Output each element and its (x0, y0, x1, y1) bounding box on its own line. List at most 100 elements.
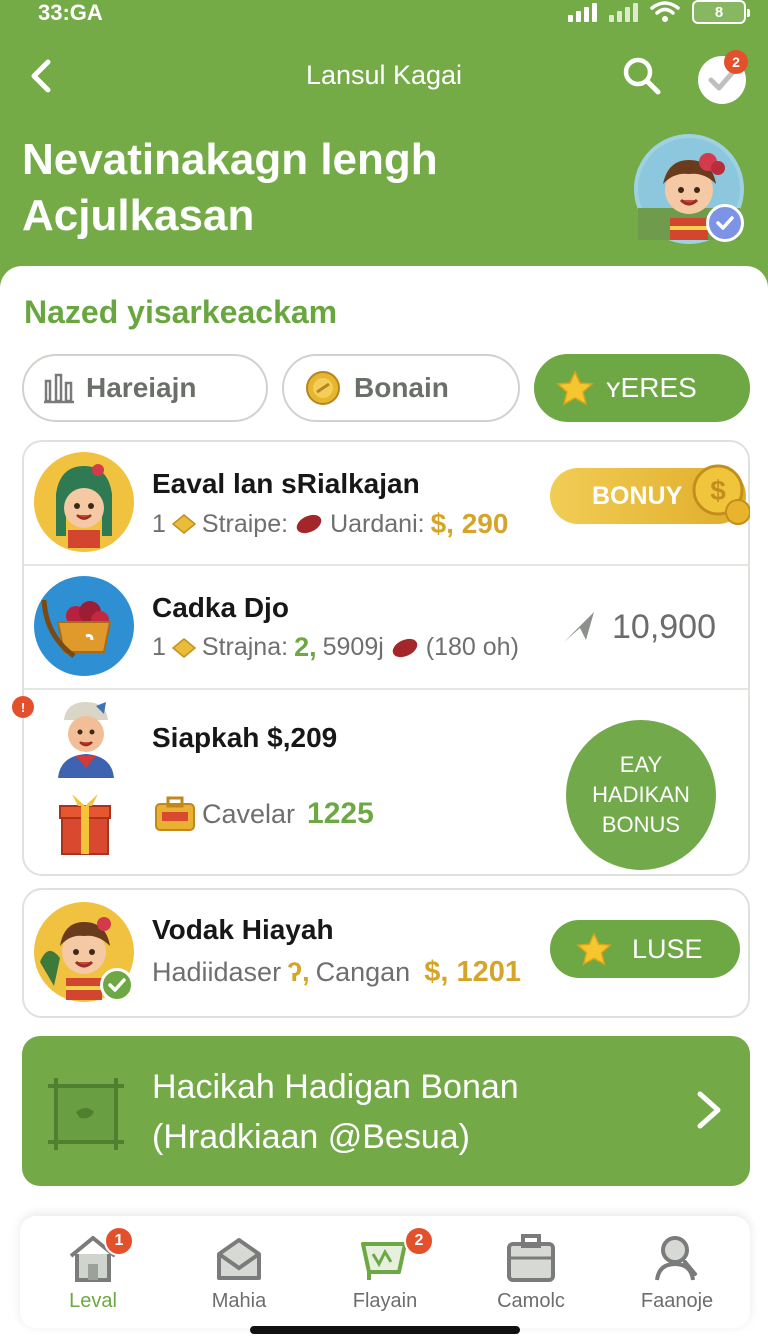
cellular-signal-icon (568, 2, 597, 22)
tab-badge: 1 (104, 1226, 134, 1256)
chevron-right-icon (697, 1091, 721, 1129)
filter-chips: Hareiajn Bonain ʏERES (22, 354, 750, 424)
row-name: Siapkah $,209 (152, 722, 338, 753)
bonus-button-label: BONUY (592, 481, 683, 510)
page-title: Nevatinakagn lengh Acjulkasan (22, 132, 582, 244)
row-amount: $, 290 (430, 508, 509, 539)
dollar-coin-icon: $ (692, 464, 750, 525)
tab-faanoje[interactable]: Faanoje (604, 1216, 750, 1328)
featured-meta: Hadiidaser ʔ, Cangan $, 1201 (152, 956, 521, 989)
row-meta: 1 Strajna: 2, 5909j (180 oh) (152, 632, 519, 663)
home-indicator (250, 1326, 520, 1334)
row-meta-value: (180 oh) (425, 633, 519, 661)
row-meta-label: Strajna: (201, 633, 289, 661)
filter-chip-bonain[interactable]: Bonain (282, 354, 520, 422)
row-meta: 1 Straipe: Uardani: $, 290 (152, 508, 508, 540)
tab-camolc[interactable]: Camolc (458, 1216, 604, 1328)
filter-chip-label: ʏERES (606, 372, 697, 403)
avatar (34, 452, 134, 552)
row-meta-label: Cavelar (202, 798, 296, 829)
app-header: 33:GA 8 Lansul Kagai 2 Nevatinakagn leng… (0, 0, 768, 300)
picture-frame-icon (48, 1078, 124, 1150)
cartoon-girl-avatar-icon (36, 454, 132, 550)
luse-button-label: LUSE (632, 933, 703, 964)
star-icon (556, 370, 594, 406)
tab-leval[interactable]: 1 Leval (20, 1216, 166, 1328)
tab-badge: 2 (404, 1226, 434, 1256)
tab-label: Flayain (352, 1290, 418, 1312)
verified-badge-icon (100, 968, 134, 1002)
secondary-signal-icon (609, 2, 638, 22)
bonus-button[interactable]: BONUY $ (550, 464, 750, 525)
featured-meta-label: Cangan (315, 957, 411, 987)
badge-line: BONUS (601, 812, 681, 837)
suitcase-icon (155, 796, 195, 831)
filter-chip-hareiajn[interactable]: Hareiajn (22, 354, 268, 422)
page-title-line1: Nevatinakagn lengh (22, 135, 438, 184)
list-item[interactable]: Eaval lan sRialkajan 1 Straipe: Uardani:… (24, 442, 750, 564)
section-title: Nazed yisarkeackam (24, 294, 338, 330)
hadikan-bonus-badge[interactable]: EAY HADIKAN BONUS (572, 726, 710, 864)
trophy-icon (44, 373, 74, 404)
bonus-cta-banner[interactable]: Hacikah Hadigan Bonan (Hradkiaan @Besua) (22, 1036, 750, 1186)
featured-player-card[interactable]: Vodak Hiayah Hadiidaser ʔ, Cangan $, 120… (22, 888, 750, 1018)
list-item[interactable]: ! Siapkah $,209 Cavelar 1225 EAY HADIKAN… (12, 690, 748, 876)
filter-chip-eres[interactable]: ʏERES (534, 354, 750, 422)
status-time: 33:GA (38, 0, 103, 25)
featured-meta-label: Hadiidaser (152, 957, 282, 987)
cta-title: Hacikah Hadigan Bonan (152, 1068, 519, 1106)
alert-badge: ! (12, 696, 34, 718)
avatar (34, 576, 134, 676)
profile-avatar[interactable] (634, 134, 744, 244)
row-meta: Cavelar 1225 (154, 796, 374, 832)
notification-button[interactable]: 2 (698, 50, 748, 104)
send-arrow-icon (564, 612, 594, 642)
badge-line: HADIKAN (592, 782, 690, 807)
row-rank: 1 (152, 633, 166, 661)
row-amount: 2, (294, 632, 317, 662)
row-score: 10,900 (612, 608, 716, 646)
verified-badge-icon (706, 204, 744, 242)
profile-icon (655, 1236, 697, 1281)
briefcase-icon (507, 1234, 555, 1282)
tab-label: Camolc (497, 1290, 565, 1312)
tab-flayain[interactable]: 2 Flayain (312, 1216, 458, 1328)
luse-button[interactable]: LUSE (550, 920, 740, 978)
notification-badge: 2 (724, 50, 748, 74)
featured-amount: $, 1201 (424, 956, 521, 988)
star-icon (576, 932, 612, 966)
filter-chip-label: Hareiajn (86, 372, 197, 403)
bean-icon (392, 638, 418, 657)
main-content: Nazed yisarkeackam Hareiajn Bonain ʏERES (0, 266, 768, 1344)
sailor-avatar-icon (58, 702, 114, 778)
row-name: Eaval lan sRialkajan (152, 468, 420, 499)
mail-icon (217, 1238, 261, 1280)
tab-label: Faanoje (640, 1290, 714, 1312)
gift-box-icon (59, 794, 111, 855)
cta-subtitle: (Hradkiaan @Besua) (152, 1118, 470, 1156)
coin-icon (171, 514, 196, 534)
row-meta-label: Uardani: (330, 509, 425, 538)
status-bar: 33:GA 8 (0, 0, 768, 28)
svg-text:$: $ (710, 475, 726, 506)
bottom-nav: 1 Leval Mahia 2 Flayain Camolc Faanoje (20, 1216, 750, 1328)
row-name: Cadka Djo (152, 592, 289, 623)
nav-bar: Lansul Kagai 2 (0, 48, 768, 104)
avatar (34, 902, 134, 1002)
list-item[interactable]: Cadka Djo 1 Strajna: 2, 5909j (180 oh) 1… (24, 566, 748, 688)
tab-mahia[interactable]: Mahia (166, 1216, 312, 1328)
featured-meta-symbol: ʔ, (287, 957, 310, 987)
tab-label: Mahia (211, 1290, 267, 1312)
row-amount: 1225 (307, 797, 374, 830)
page-title-line2: Acjulkasan (22, 191, 255, 240)
wifi-icon (650, 1, 680, 22)
row-meta-label: Straipe: (201, 509, 289, 538)
row-amount-suffix: 5909j (322, 633, 384, 661)
search-icon[interactable] (620, 54, 664, 98)
coin-icon (171, 637, 196, 658)
tab-label: Leval (69, 1290, 117, 1312)
badge-line: EAY (619, 752, 663, 777)
filter-chip-label: Bonain (354, 372, 449, 403)
leaderboard-list: Eaval lan sRialkajan 1 Straipe: Uardani:… (12, 440, 750, 876)
coin-icon (306, 371, 340, 405)
